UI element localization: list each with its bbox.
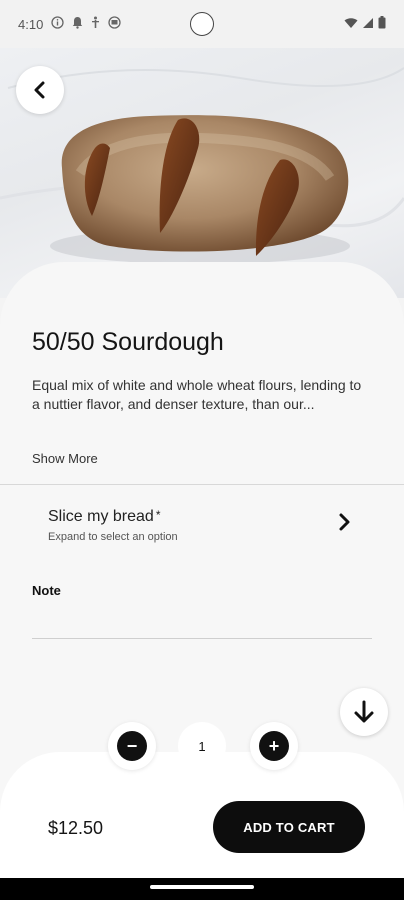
price: $12.50 — [48, 818, 104, 838]
status-bar: 4:10 — [0, 0, 404, 48]
slice-option-title: Slice my bread * — [48, 508, 161, 526]
notification-icon — [72, 16, 83, 32]
quantity-value: 1 — [178, 722, 226, 770]
wifi-icon — [344, 17, 358, 32]
status-time: 4:10 — [18, 16, 44, 32]
arrow-down-icon — [354, 700, 374, 723]
system-nav-bar — [0, 878, 404, 900]
slice-option-subtitle: Expand to select an option — [48, 531, 178, 543]
camera-cutout — [190, 12, 214, 36]
info-icon — [51, 16, 64, 32]
product-description: Equal mix of white and whole wheat flour… — [32, 377, 362, 412]
chevron-left-icon — [34, 81, 45, 99]
note-input[interactable] — [32, 638, 372, 639]
signal-icon — [362, 17, 374, 32]
minus-icon: − — [117, 731, 147, 761]
accessibility-icon — [91, 16, 100, 32]
decrement-button[interactable]: − — [108, 722, 156, 770]
slice-option-label: Slice my bread — [48, 508, 154, 525]
app-icon — [108, 16, 121, 32]
product-title: 50/50 Sourdough — [32, 328, 224, 356]
battery-icon — [378, 16, 386, 32]
slice-option-row[interactable]: Slice my bread * Expand to select an opti… — [32, 498, 372, 556]
show-more-link[interactable]: Show More — [32, 451, 98, 466]
back-button[interactable] — [16, 66, 64, 114]
divider — [0, 484, 404, 485]
required-marker: * — [155, 508, 161, 522]
add-to-cart-button[interactable]: ADD TO CART — [213, 801, 365, 853]
chevron-right-icon — [339, 513, 350, 531]
home-indicator[interactable] — [150, 885, 254, 889]
scroll-down-button[interactable] — [340, 688, 388, 736]
plus-icon: + — [259, 731, 289, 761]
note-label: Note — [32, 583, 61, 598]
increment-button[interactable]: + — [250, 722, 298, 770]
